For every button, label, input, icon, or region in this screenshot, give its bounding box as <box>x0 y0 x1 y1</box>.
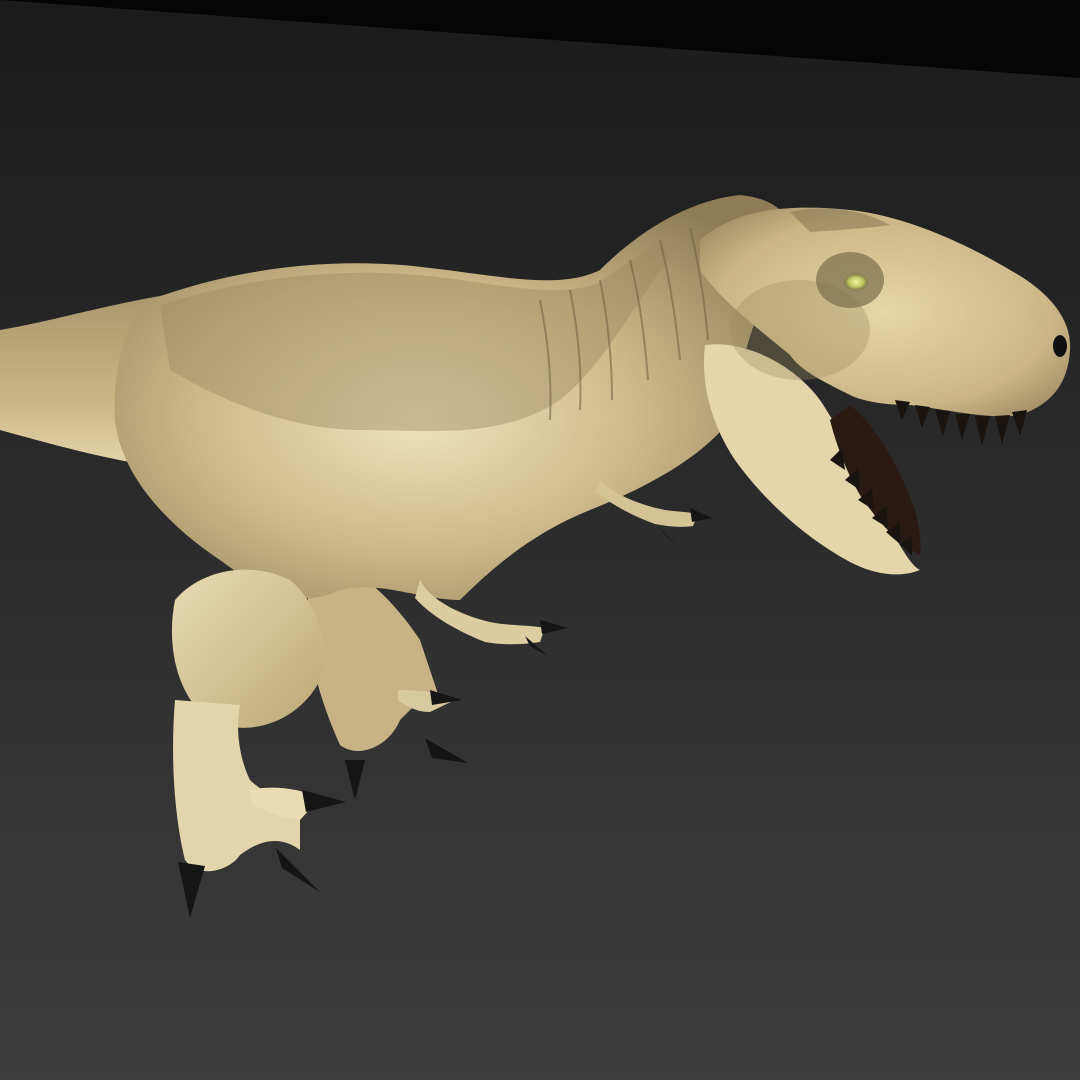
render-viewport <box>0 0 1080 1080</box>
eye <box>843 273 869 291</box>
nostril <box>1053 335 1067 357</box>
render-canvas <box>0 0 1080 1080</box>
